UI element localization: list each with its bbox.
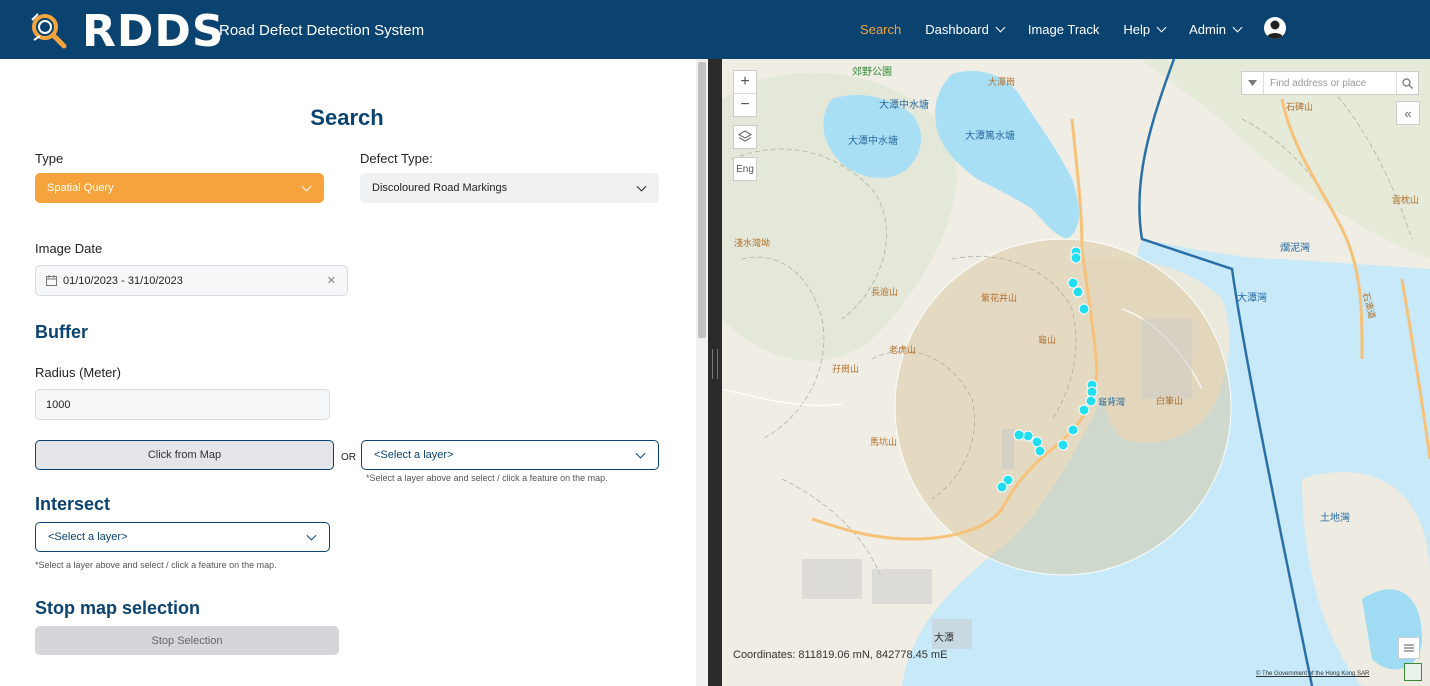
search-panel: Search Type Spatial Query Defect Type: D…: [0, 59, 696, 686]
defect-type-label: Defect Type:: [360, 151, 433, 166]
government-logo-icon: [1404, 663, 1422, 681]
type-label: Type: [35, 151, 64, 166]
map-label: 大潭中水塘: [879, 100, 929, 111]
stop-selection-section-title: Stop map selection: [35, 598, 201, 618]
map-label: 大潭: [934, 633, 954, 644]
calendar-icon: [46, 275, 57, 286]
nav-search-label: Search: [860, 22, 902, 37]
map-label: 土地灣: [1320, 513, 1350, 524]
nav-dashboard[interactable]: Dashboard: [925, 22, 1006, 37]
map-search-box: Find address or place: [1241, 71, 1419, 95]
map-label: 龜山: [1038, 335, 1057, 345]
intersect-layer-value: <Select a layer>: [48, 531, 128, 543]
buffer-layer-select[interactable]: <Select a layer>: [361, 440, 659, 470]
splitter-grip-icon[interactable]: [712, 349, 718, 379]
map-label: 雲枕山: [1392, 195, 1420, 205]
intersect-layer-select[interactable]: <Select a layer>: [35, 522, 330, 552]
type-select[interactable]: Spatial Query: [35, 173, 324, 203]
main-nav: Search Dashboard Image Track Help Admin: [860, 0, 1265, 59]
nav-admin[interactable]: Admin: [1189, 22, 1243, 37]
chevron-down-icon: [306, 530, 317, 541]
type-select-value: Spatial Query: [47, 182, 114, 194]
chevron-down-icon: [636, 181, 647, 192]
defect-type-select[interactable]: Discoloured Road Markings: [360, 173, 659, 203]
map-label: 郊野公園: [852, 67, 892, 78]
panel-scrollbar[interactable]: [696, 59, 708, 686]
scrollbar-thumb[interactable]: [698, 62, 706, 338]
map-label: 紫花井山: [981, 293, 1018, 303]
defect-type-value: Discoloured Road Markings: [372, 182, 508, 194]
nav-image-track-label: Image Track: [1027, 22, 1100, 37]
panel-splitter[interactable]: [708, 59, 722, 686]
image-date-label: Image Date: [35, 241, 103, 256]
map-label: 孖崗山: [832, 364, 860, 374]
image-date-value: 01/10/2023 - 31/10/2023: [63, 274, 183, 287]
map-label: 大潭中水塘: [848, 136, 898, 147]
chevron-down-icon: [1232, 22, 1243, 33]
coordinates-readout: Coordinates: 811819.06 mN, 842778.45 mE: [733, 649, 948, 661]
chevron-down-icon: [995, 22, 1006, 33]
map-view[interactable]: 郊野公園 大潭中水塘 大潭中水塘 大潭篤水塘 大潭崗 石碑山 淺水灣坳 長逾山 …: [722, 59, 1430, 686]
brand-subtitle: Road Defect Detection System: [219, 22, 425, 39]
map-label: 大潭灣: [1237, 293, 1267, 304]
nav-image-track[interactable]: Image Track: [1028, 22, 1100, 37]
dropdown-icon[interactable]: [1242, 72, 1264, 94]
zoom-in-icon[interactable]: +: [734, 71, 756, 93]
map-label: 大潭篤水塘: [965, 131, 1015, 142]
nav-help[interactable]: Help: [1123, 22, 1167, 37]
map-attribution[interactable]: © The Government of the Hong Kong SAR: [1256, 671, 1369, 677]
chevron-down-icon: [635, 448, 646, 459]
nav-search[interactable]: Search: [860, 22, 901, 37]
language-control: Eng: [733, 157, 757, 181]
intersect-layer-hint: *Select a layer above and select / click…: [35, 560, 277, 570]
nav-admin-label: Admin: [1189, 22, 1226, 37]
map-label: 馬坑山: [870, 437, 898, 447]
map-label: 老虎山: [889, 345, 917, 355]
zoom-out-icon[interactable]: −: [734, 94, 756, 116]
chevron-down-icon: [301, 181, 312, 192]
legend-icon[interactable]: [1398, 637, 1420, 659]
intersect-section-title: Intersect: [35, 494, 111, 514]
page-title: Search: [310, 105, 384, 130]
zoom-controls: + −: [733, 70, 757, 117]
radius-value: 1000: [46, 398, 71, 411]
radius-label: Radius (Meter): [35, 365, 121, 380]
map-search-input[interactable]: Find address or place: [1264, 78, 1396, 89]
map-canvas[interactable]: [722, 59, 1430, 686]
map-label: 淺水灣坳: [734, 238, 771, 248]
language-button[interactable]: Eng: [734, 158, 756, 180]
search-icon[interactable]: [1396, 72, 1418, 94]
map-label: 白筆山: [1156, 396, 1184, 406]
map-label: 長逾山: [871, 287, 899, 297]
clear-icon[interactable]: ✕: [327, 274, 336, 287]
chevron-down-icon: [1156, 22, 1167, 33]
buffer-layer-hint: *Select a layer above and select / click…: [366, 473, 608, 483]
app-header: RDDS Road Defect Detection System Search…: [0, 0, 1430, 59]
map-label: 石碑山: [1286, 102, 1314, 112]
nav-dashboard-label: Dashboard: [925, 22, 989, 37]
map-label: 龜背灣: [1098, 397, 1126, 407]
map-label: 爛泥灣: [1280, 243, 1310, 254]
or-label: OR: [341, 452, 356, 463]
radius-input[interactable]: 1000: [35, 389, 330, 420]
layers-icon[interactable]: [734, 126, 756, 148]
layers-control: [733, 125, 757, 149]
nav-help-label: Help: [1123, 22, 1151, 37]
brand-name[interactable]: RDDS: [82, 6, 225, 57]
user-avatar-icon[interactable]: [1264, 17, 1286, 39]
stop-selection-button[interactable]: Stop Selection: [35, 626, 339, 655]
magnifier-logo-icon[interactable]: [28, 10, 68, 50]
image-date-field[interactable]: 01/10/2023 - 31/10/2023 ✕: [35, 265, 348, 296]
buffer-layer-value: <Select a layer>: [374, 449, 454, 461]
collapse-panel-icon[interactable]: «: [1396, 101, 1420, 125]
click-from-map-button[interactable]: Click from Map: [35, 440, 334, 470]
buffer-section-title: Buffer: [35, 322, 88, 342]
map-label: 大潭崗: [988, 77, 1016, 87]
